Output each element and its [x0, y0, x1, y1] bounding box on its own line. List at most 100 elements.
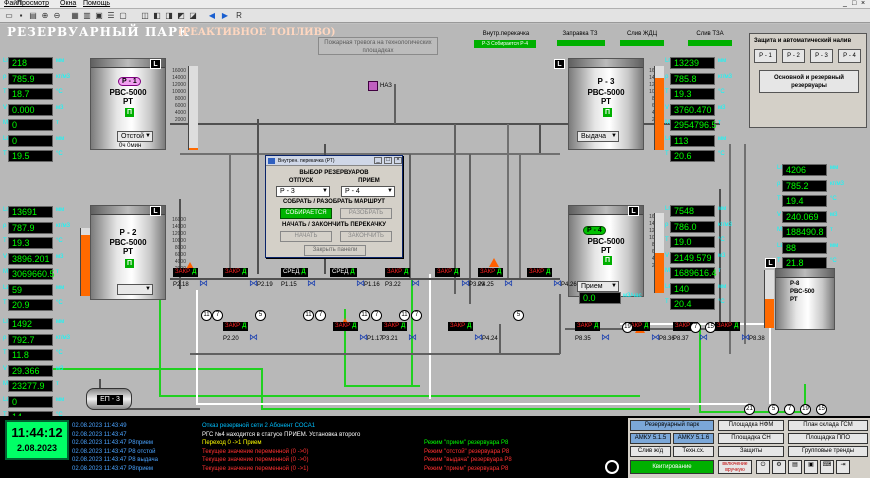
nav-tech-scheme[interactable]: Техн.сх.: [673, 446, 714, 457]
grid-icon[interactable]: ▦: [70, 11, 80, 21]
tank-r2-mode-select[interactable]: [117, 284, 153, 295]
forward-icon[interactable]: ▶: [220, 11, 230, 21]
refresh-icon[interactable]: R: [234, 11, 244, 21]
layers-icon[interactable]: ◧: [152, 11, 162, 21]
valve-icon[interactable]: ⋈: [408, 333, 420, 342]
event-log[interactable]: 02.08.2023 11:43:49 Отказ резервной сети …: [72, 420, 604, 476]
close-window-button[interactable]: ×: [861, 0, 868, 7]
protect-r1-button[interactable]: Р - 1: [754, 49, 777, 63]
split-icon[interactable]: ◪: [188, 11, 198, 21]
menu-view[interactable]: Просмотр: [17, 0, 49, 7]
protect-r2-button[interactable]: Р - 2: [782, 49, 805, 63]
valve-state-badge[interactable]: ЗАКРД: [385, 268, 411, 277]
valve-state-badge[interactable]: СРЕД Д: [281, 268, 308, 277]
start-button[interactable]: НАЧАТЬ: [280, 231, 332, 242]
tile-icon[interactable]: ◨: [164, 11, 174, 21]
zoom-in-icon[interactable]: ⊕: [40, 11, 50, 21]
reading-value: 240.069: [782, 210, 827, 223]
valve-icon[interactable]: ⋈: [411, 279, 423, 288]
valve-state-badge[interactable]: ЗАКРД: [223, 268, 249, 277]
valve-icon[interactable]: ⋈: [307, 279, 319, 288]
protect-r3-button[interactable]: Р - 3: [810, 49, 833, 63]
valve-state-badge[interactable]: СРЕД Д: [330, 268, 357, 277]
nav-platform-sn[interactable]: Площадка СН: [718, 433, 784, 444]
exit-icon[interactable]: ⇥: [836, 460, 850, 474]
valve-state-badge[interactable]: ЗАКРД: [333, 322, 359, 331]
from-tank-select[interactable]: Р - 3: [276, 186, 330, 197]
power-icon[interactable]: ⏻: [756, 460, 770, 474]
chart-icon[interactable]: ▥: [82, 11, 92, 21]
valve-state-badge[interactable]: ЗАКРД: [223, 322, 249, 331]
zoom-out-icon[interactable]: ⊖: [52, 11, 62, 21]
cascade-icon[interactable]: ◩: [176, 11, 186, 21]
close-panels-button[interactable]: Закрыть панели: [304, 245, 366, 256]
valve-state-badge[interactable]: ЗАКРД: [173, 268, 199, 277]
tank-ep3[interactable]: ЕП - 3: [86, 388, 132, 410]
printer-icon[interactable]: ▤: [788, 460, 802, 474]
valve-icon[interactable]: ⋈: [199, 279, 211, 288]
acknowledge-button[interactable]: Квитирование: [630, 460, 714, 474]
save-icon[interactable]: ▪: [16, 11, 26, 21]
valve-state-badge[interactable]: ЗАКРД: [448, 322, 474, 331]
open-icon[interactable]: ▭: [4, 11, 14, 21]
sound-icon[interactable]: [605, 460, 619, 474]
tank-r3-mode-select[interactable]: Выдача: [577, 131, 619, 142]
valve-state-badge[interactable]: ЗАКРД: [435, 268, 461, 277]
nav-rail-drain[interactable]: Слив ж/д: [630, 446, 671, 457]
tank-r1[interactable]: Р - 1 РВС-5000 РТ П Отстой 0ч 0мин: [90, 58, 166, 150]
tank-r4-mode-select[interactable]: Прием: [577, 281, 619, 292]
dialog-close-button[interactable]: ×: [394, 157, 402, 164]
nav-protections[interactable]: Защиты: [718, 446, 784, 457]
tank-r3[interactable]: Р - 3 РВС-5000 РТ П Выдача: [568, 58, 644, 150]
naz-pump-icon[interactable]: [368, 81, 378, 91]
keyboard-icon[interactable]: ⌨: [820, 460, 834, 474]
valve-state-badge[interactable]: ЗАКРД: [575, 322, 601, 331]
nav-amku-516[interactable]: АМКУ 5.1.6: [673, 433, 714, 444]
nav-group-trends[interactable]: Групповые тренды: [788, 446, 868, 457]
tank-r4[interactable]: Р - 4 РВС-5000 РТ П Прием: [568, 205, 644, 297]
zhdc-status-chip[interactable]: [620, 40, 664, 46]
valve-state-badge[interactable]: ЗАКРД: [715, 322, 741, 331]
minimize-button[interactable]: _: [843, 0, 850, 7]
maximize-button[interactable]: □: [852, 0, 859, 7]
nav-platform-nfm[interactable]: Площадка НФМ: [718, 420, 784, 431]
tank-r1-mode-select[interactable]: Отстой: [117, 131, 153, 142]
protect-r4-button[interactable]: Р - 4: [838, 49, 861, 63]
manual-enable-button[interactable]: включение вручную: [718, 460, 752, 474]
menu-help[interactable]: Помощь: [83, 0, 110, 7]
valve-icon[interactable]: ⋈: [699, 333, 711, 342]
transfer-status-chip[interactable]: Р-3 Собирается Р-4: [474, 40, 536, 48]
table-icon[interactable]: ▣: [94, 11, 104, 21]
pipe-number-marker: 11: [303, 310, 314, 321]
nav-gsm-plan[interactable]: План склада ГСМ: [788, 420, 868, 431]
monitor-icon[interactable]: ▣: [804, 460, 818, 474]
print-icon[interactable]: ▤: [28, 11, 38, 21]
valve-state-badge[interactable]: ЗАКРД: [382, 322, 408, 331]
tza-status-chip[interactable]: [688, 40, 732, 46]
back-icon[interactable]: ◀: [207, 11, 217, 21]
window-icon[interactable]: ▢: [118, 11, 128, 21]
valve-icon[interactable]: ⋈: [504, 279, 516, 288]
menu-windows[interactable]: Окна: [60, 0, 76, 7]
tz-status-chip[interactable]: [557, 40, 605, 46]
valve-label: P4.24: [482, 336, 498, 342]
settings-icon[interactable]: ⚙: [772, 460, 786, 474]
list-icon[interactable]: ☰: [106, 11, 116, 21]
main-reserve-tanks-button[interactable]: Основной и резервный резервуары: [759, 70, 859, 93]
valve-icon[interactable]: ⋈: [601, 333, 613, 342]
assembling-button[interactable]: СОБИРАЕТСЯ: [280, 208, 332, 219]
nav-reservoir-park[interactable]: Резервуарный парк: [630, 420, 714, 431]
disassemble-button[interactable]: РАЗОБРАТЬ: [340, 208, 392, 219]
dialog-minimize-button[interactable]: _: [374, 157, 382, 164]
valve-state-badge[interactable]: ЗАКРД: [527, 268, 553, 277]
finish-button[interactable]: ЗАКОНЧИТЬ: [340, 231, 392, 242]
nav-amku-515[interactable]: АМКУ 5.1.5: [630, 433, 671, 444]
valve-state-badge[interactable]: ЗАКРД: [478, 268, 504, 277]
valve-icon[interactable]: ⋈: [249, 333, 261, 342]
to-tank-select[interactable]: Р - 4: [341, 186, 395, 197]
dialog-maximize-button[interactable]: □: [384, 157, 392, 164]
tank-r2[interactable]: Р - 2 РВС-5000 РТ П: [90, 205, 166, 300]
tank-r8[interactable]: Р-8 РВС-500 РТ: [775, 268, 835, 330]
nav-platform-ppo[interactable]: Площадка ППО: [788, 433, 868, 444]
layout-icon[interactable]: ◫: [140, 11, 150, 21]
